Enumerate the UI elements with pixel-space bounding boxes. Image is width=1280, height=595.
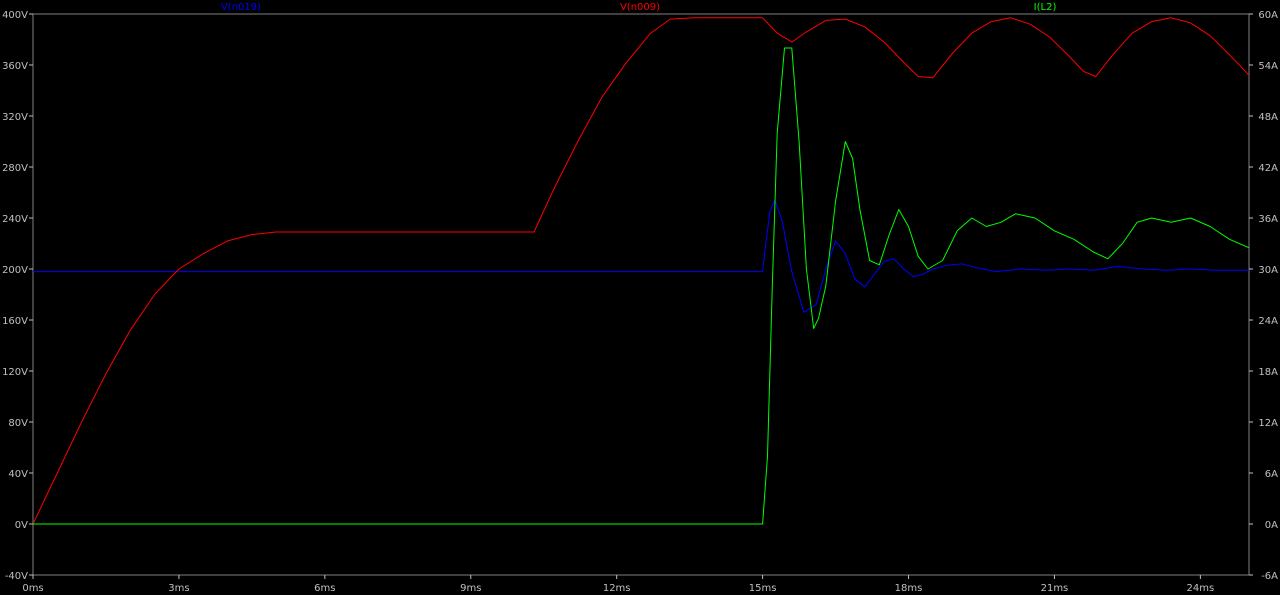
- waveform-plot[interactable]: V(n019) V(n009) I(L2) -40V 0V 40V 80V 120V 160V…: [0, 0, 1280, 595]
- right-axis: -6A 0A 6A 12A 18A 24A 30A 36A 42A 48A 54A 60A: [1249, 10, 1278, 582]
- x-tick-label: 12ms: [603, 583, 631, 594]
- left-axis: -40V 0V 40V 80V 120V 160V 200V 240V 280V 320V 360V…: [2, 10, 33, 582]
- left-tick-label: -40V: [5, 571, 28, 582]
- right-tick-label: 60A: [1258, 10, 1278, 21]
- x-tick-label: 21ms: [1041, 583, 1069, 594]
- legend-entry[interactable]: V(n019): [221, 2, 261, 13]
- x-tick-label: 9ms: [460, 583, 481, 594]
- x-tick-label: 0ms: [22, 583, 43, 594]
- x-tick-label: 15ms: [749, 583, 777, 594]
- plot-frame: [32, 13, 1250, 576]
- legend-entry[interactable]: V(n009): [620, 2, 660, 13]
- right-tick-label: 24A: [1258, 316, 1278, 327]
- legend-entry[interactable]: I(L2): [1034, 2, 1057, 13]
- left-tick-label: 320V: [2, 112, 28, 123]
- left-tick-label: 280V: [2, 163, 28, 174]
- legend: V(n019) V(n009) I(L2): [221, 2, 1056, 13]
- right-tick-label: 30A: [1258, 265, 1278, 276]
- right-tick-label: 36A: [1258, 214, 1278, 225]
- x-axis: 0ms 3ms 6ms 9ms 12ms 15ms 18ms 21ms 24ms: [22, 575, 1214, 594]
- left-tick-label: 360V: [2, 61, 28, 72]
- x-tick-label: 6ms: [314, 583, 335, 594]
- left-tick-label: 240V: [2, 214, 28, 225]
- right-tick-label: -6A: [1261, 571, 1278, 582]
- x-tick-label: 18ms: [895, 583, 923, 594]
- left-tick-label: 400V: [2, 10, 28, 21]
- right-tick-label: 0A: [1265, 520, 1278, 531]
- right-tick-label: 54A: [1258, 61, 1278, 72]
- x-tick-label: 24ms: [1187, 583, 1215, 594]
- right-tick-label: 18A: [1258, 367, 1278, 378]
- right-tick-label: 48A: [1258, 112, 1278, 123]
- left-tick-label: 80V: [8, 418, 28, 429]
- left-tick-label: 160V: [2, 316, 28, 327]
- right-tick-label: 42A: [1258, 163, 1278, 174]
- left-tick-label: 40V: [8, 469, 28, 480]
- right-tick-label: 6A: [1265, 469, 1278, 480]
- x-tick-label: 3ms: [168, 583, 189, 594]
- left-tick-label: 200V: [2, 265, 28, 276]
- left-tick-label: 0V: [15, 520, 28, 531]
- left-tick-label: 120V: [2, 367, 28, 378]
- right-tick-label: 12A: [1258, 418, 1278, 429]
